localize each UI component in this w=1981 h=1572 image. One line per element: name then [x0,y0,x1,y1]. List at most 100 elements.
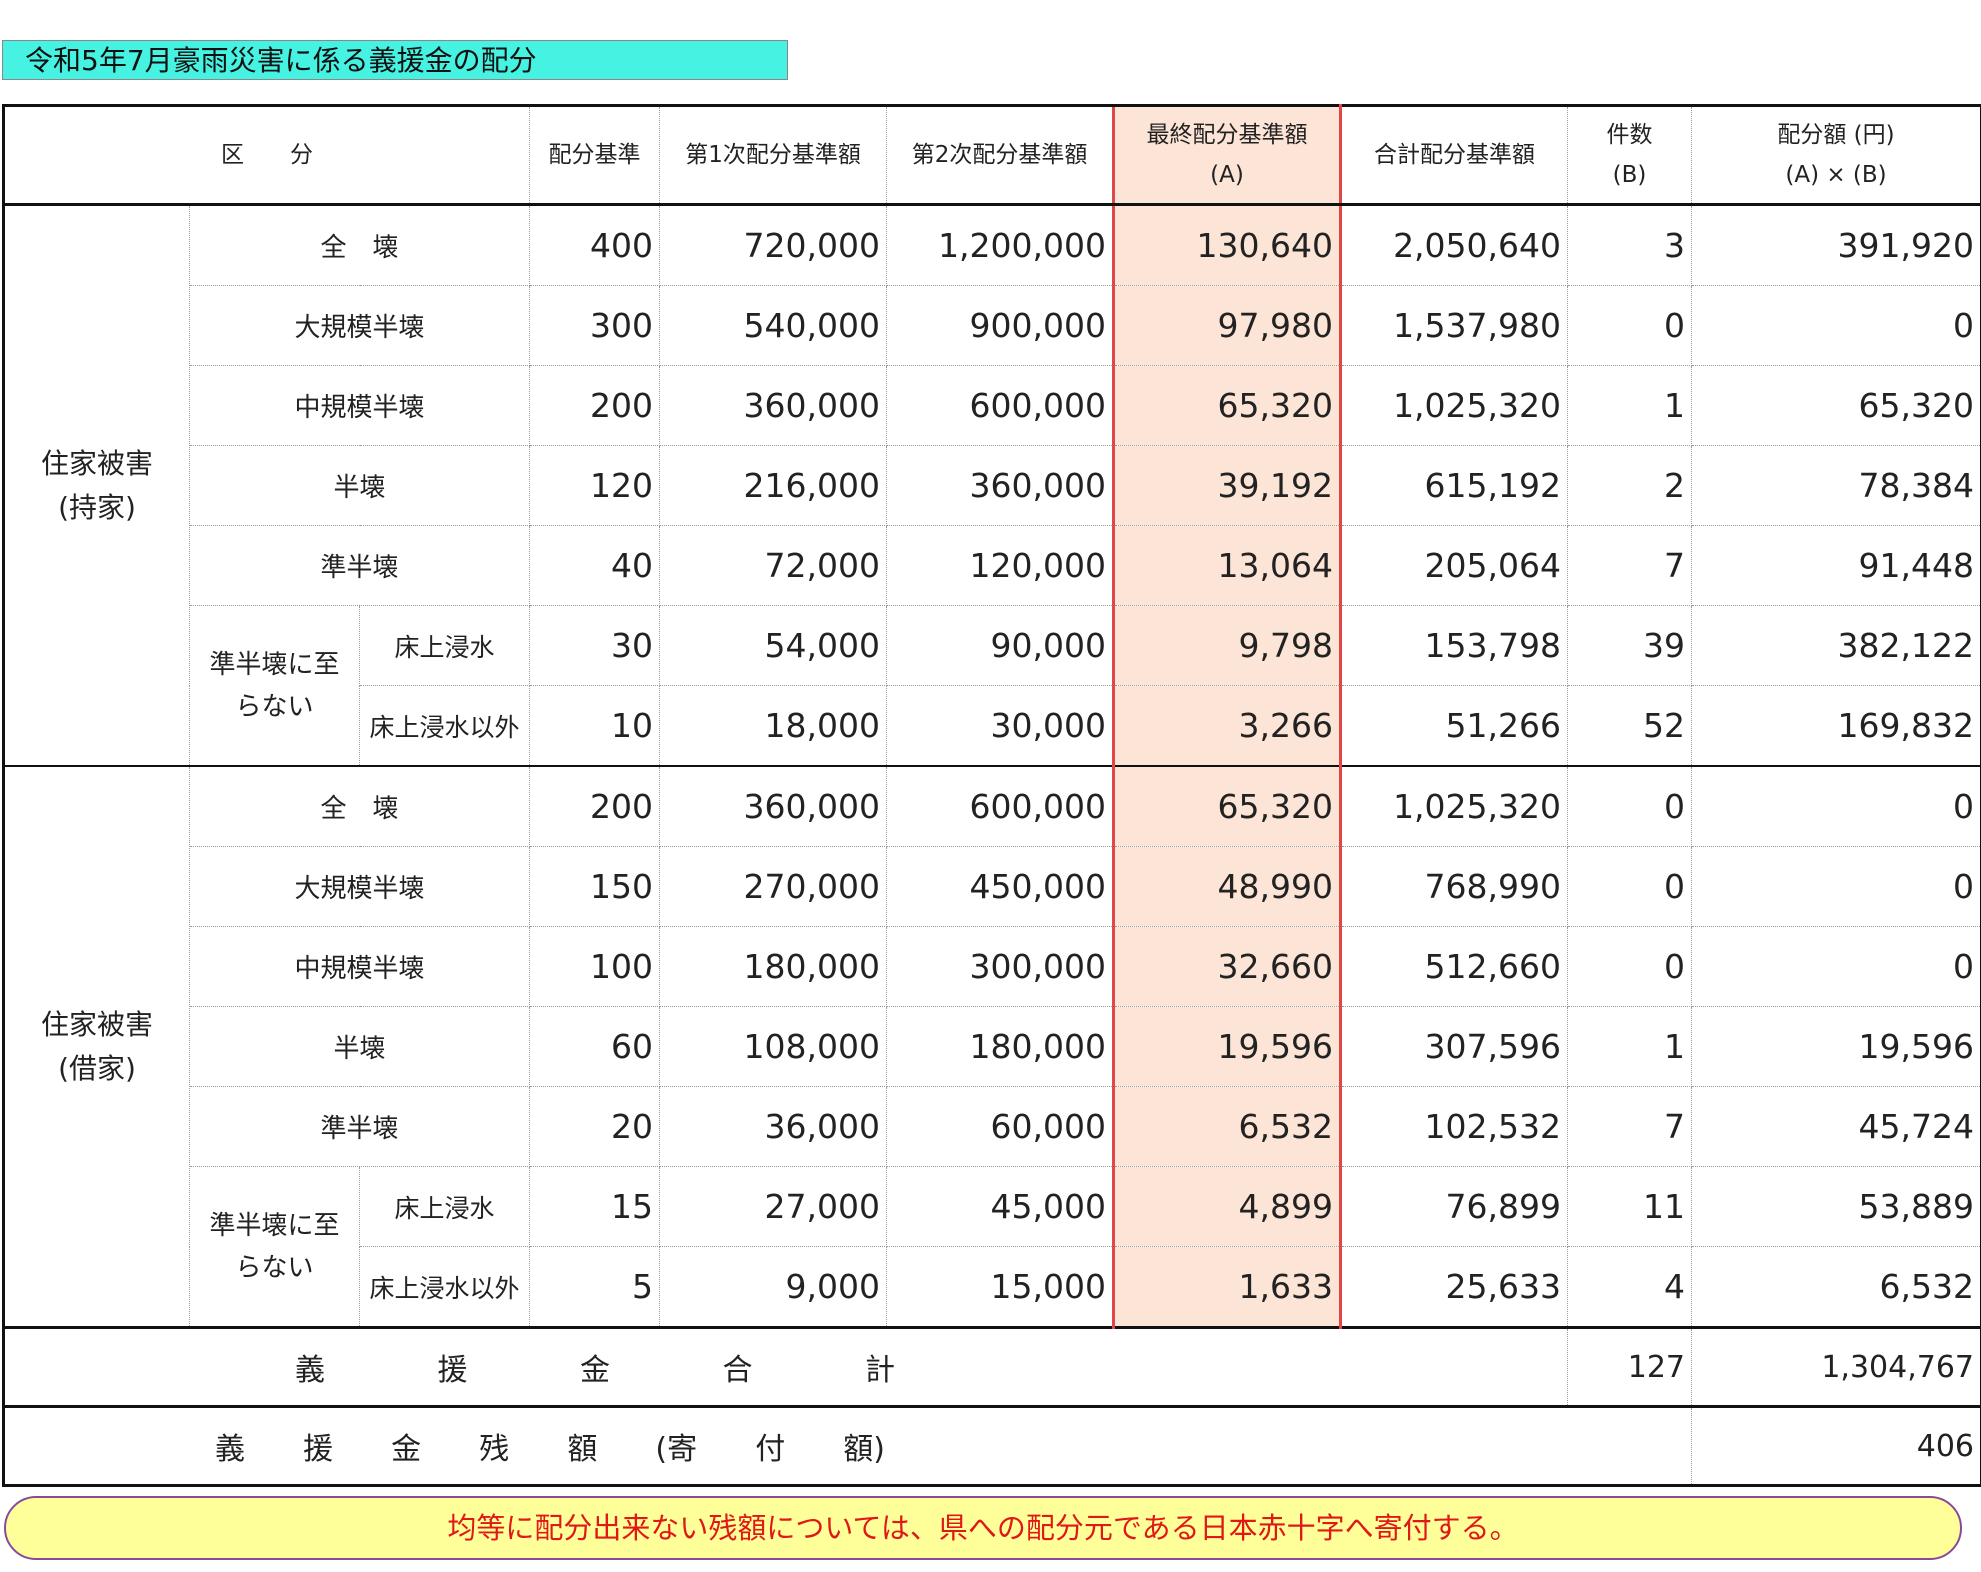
cell-count: 1 [1567,1006,1693,1087]
header-kijun: 配分基準 [529,104,661,206]
cell-total: 615,192 [1340,445,1569,526]
cell-count: 52 [1567,685,1693,767]
cell-count: 0 [1567,765,1693,847]
cell-count: 7 [1567,1086,1693,1167]
cell-count: 2 [1567,445,1693,526]
cell-amount: 169,832 [1691,685,1981,767]
total-row: 義 援 金 合 計 127 1,304,767 [1,1326,1981,1408]
cell-kijun: 300 [529,285,661,366]
header-kubun: 区 分 [1,104,531,206]
cell-final: 39,192 [1112,445,1343,526]
cell-first: 270,000 [659,846,888,927]
cell-first: 27,000 [659,1166,888,1247]
cell-kijun: 150 [529,846,661,927]
cell-second: 45,000 [886,1166,1115,1247]
row-label: 床上浸水 [358,605,531,686]
sub-group-label: 準半壊に至 らない [189,1166,360,1329]
header-count-line1: 件数 [1606,122,1653,148]
cell-second: 600,000 [886,765,1115,847]
cell-second: 360,000 [886,445,1115,526]
cell-first: 36,000 [659,1086,888,1167]
cell-first: 540,000 [659,285,888,366]
cell-total: 1,025,320 [1340,365,1569,446]
group-label: 住家被害 (借家) [2,765,190,1329]
cell-count: 7 [1567,525,1693,606]
group-label: 住家被害 (持家) [2,204,190,767]
cell-first: 720,000 [659,204,888,286]
cell-second: 60,000 [886,1086,1115,1167]
table-row: 大規模半壊 300 540,000 900,000 97,980 1,537,980 0 0 [4,285,1981,366]
cell-total: 205,064 [1340,525,1569,606]
total-label: 義援金合計 [1,1326,1569,1408]
cell-kijun: 120 [529,445,661,526]
cell-final: 32,660 [1112,926,1343,1007]
cell-kijun: 100 [529,926,661,1007]
cell-kijun: 40 [529,525,661,606]
cell-count: 11 [1567,1166,1693,1247]
cell-kijun: 20 [529,1086,661,1167]
cell-kijun: 30 [529,605,661,686]
remainder-label-char: 付 [755,1432,786,1467]
cell-amount: 91,448 [1691,525,1981,606]
cell-final: 1,633 [1112,1246,1343,1329]
cell-kijun: 400 [529,204,661,286]
cell-final: 9,798 [1112,605,1343,686]
row-label: 大規模半壊 [188,285,531,366]
cell-amount: 391,920 [1691,204,1981,286]
remainder-label-char: 金 [391,1432,422,1467]
cell-total: 102,532 [1340,1086,1569,1167]
cell-total: 2,050,640 [1340,204,1569,286]
row-label: 半壊 [188,1006,531,1087]
total-label-char: 金 [580,1353,610,1388]
group-rows: 住家被害 (持家) 全 壊 400 720,000 1,200,000 130,640 2,0… [2,204,1981,1329]
header-count-line2: (B) [1612,162,1647,188]
header-amount-line2: (A) × (B) [1785,162,1887,188]
remainder-label-char: 額 [567,1432,598,1467]
cell-second: 1,200,000 [886,204,1115,286]
cell-total: 76,899 [1340,1166,1569,1247]
cell-first: 360,000 [659,765,888,847]
group-label-line2: (持家) [58,490,136,524]
cell-final: 6,532 [1112,1086,1343,1167]
row-label: 準半壊 [188,1086,531,1167]
table-row: 準半壊 20 36,000 60,000 6,532 102,532 7 45,724 [4,1086,1981,1167]
remainder-amount: 406 [1691,1406,1981,1487]
cell-count: 0 [1567,926,1693,1007]
header-first: 第1次配分基準額 [659,104,888,206]
sub-group-label: 準半壊に至 らない [189,605,360,767]
cell-first: 216,000 [659,445,888,526]
note-banner: 均等に配分出来ない残額については、県への配分元である日本赤十字へ寄付する。 [4,1496,1962,1560]
cell-second: 120,000 [886,525,1115,606]
row-label: 床上浸水以外 [358,1246,531,1329]
cell-first: 180,000 [659,926,888,1007]
sub-group-label-line1: 準半壊に至 [209,1210,340,1241]
remainder-label-char: 残 [479,1432,510,1467]
cell-total: 307,596 [1340,1006,1569,1087]
header-final-line1: 最終配分基準額 [1146,122,1308,148]
table-row: 準半壊 40 72,000 120,000 13,064 205,064 7 91,448 [4,525,1981,606]
cell-final: 97,980 [1112,285,1343,366]
cell-final: 3,266 [1112,685,1343,767]
header-final-line2: (A) [1210,162,1244,188]
cell-final: 13,064 [1112,525,1343,606]
cell-count: 3 [1567,204,1693,286]
total-label-char: 合 [722,1353,753,1388]
cell-amount: 382,122 [1691,605,1981,686]
header-row: 区 分 配分基準 第1次配分基準額 第2次配分基準額 最終配分基準額 (A) 合… [1,104,1981,206]
cell-second: 900,000 [886,285,1115,366]
cell-second: 300,000 [886,926,1115,1007]
sub-group-label-line2: らない [235,1252,314,1283]
cell-amount: 53,889 [1691,1166,1981,1247]
cell-amount: 6,532 [1691,1246,1981,1329]
cell-amount: 45,724 [1691,1086,1981,1167]
remainder-label-char: 額) [843,1432,885,1467]
table-row: 半壊 60 108,000 180,000 19,596 307,596 1 19,596 [4,1006,1981,1087]
cell-first: 72,000 [659,525,888,606]
cell-kijun: 60 [529,1006,661,1087]
cell-amount: 0 [1691,765,1981,847]
header-total: 合計配分基準額 [1340,104,1569,206]
cell-total: 25,633 [1340,1246,1569,1329]
table-row: 準半壊に至 らない 床上浸水 15 27,000 45,000 4,899 76,899 11 5… [4,1166,1981,1329]
group-label-line1: 住家被害 [40,446,153,480]
cell-kijun: 5 [529,1246,661,1329]
